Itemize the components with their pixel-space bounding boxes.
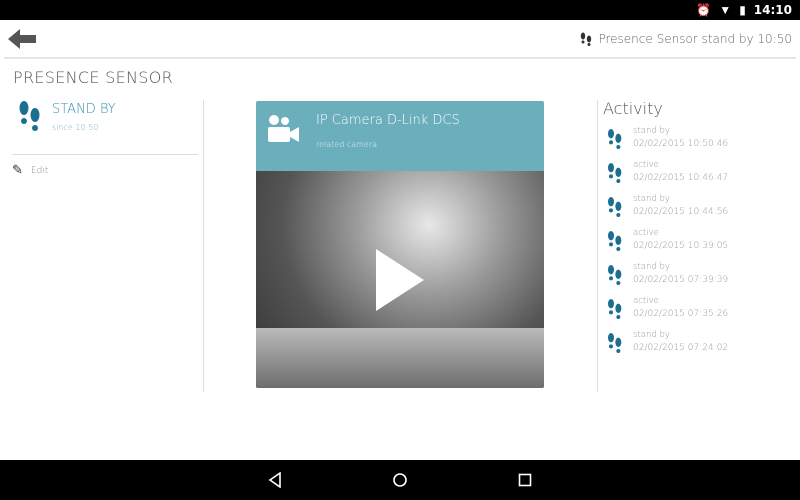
activity-time: 02/02/2015 07:24:02 <box>633 343 729 353</box>
camera-card[interactable]: IP Camera D-Link DCS related camera <box>256 101 544 388</box>
play-icon[interactable] <box>376 249 424 311</box>
activity-item: active 02/02/2015 07:35:26 <box>603 296 793 321</box>
activity-time: 02/02/2015 10:44:56 <box>633 207 729 217</box>
activity-state: active <box>633 160 659 170</box>
pencil-icon: ✎ <box>12 163 23 178</box>
camera-header[interactable]: IP Camera D-Link DCS related camera <box>256 101 544 171</box>
camera-subtitle: related camera <box>316 140 378 149</box>
back-nav-icon[interactable] <box>268 472 282 488</box>
activity-list: stand by 02/02/2015 10:50:46 active 02/02/2… <box>603 126 793 355</box>
activity-item: stand by 02/02/2015 07:24:02 <box>603 330 793 355</box>
wifi-icon: ▼ <box>719 3 732 17</box>
battery-icon: ▮ <box>739 3 746 17</box>
top-bar: Presence Sensor stand by 10:50 <box>0 20 800 58</box>
activity-state: stand by <box>633 194 670 204</box>
activity-item: stand by 02/02/2015 07:39:39 <box>603 262 793 287</box>
divider <box>597 100 598 392</box>
activity-time: 02/02/2015 10:39:05 <box>633 241 729 251</box>
camera-preview[interactable] <box>256 171 544 388</box>
footsteps-icon <box>19 101 40 131</box>
divider <box>4 57 796 59</box>
activity-state: stand by <box>633 262 670 272</box>
footsteps-icon <box>608 333 622 353</box>
activity-state: stand by <box>633 330 670 340</box>
status-bar: ⏰ ▼ ▮ 14:10 <box>0 0 800 20</box>
alarm-icon: ⏰ <box>696 3 712 17</box>
header-status: Presence Sensor stand by 10:50 <box>580 32 792 46</box>
activity-item: active 02/02/2015 10:39:05 <box>603 228 793 253</box>
activity-state: active <box>633 228 659 238</box>
activity-time: 02/02/2015 07:39:39 <box>633 275 729 285</box>
footsteps-icon <box>608 265 622 285</box>
divider <box>12 154 198 155</box>
divider <box>203 100 204 392</box>
activity-item: stand by 02/02/2015 10:50:46 <box>603 126 793 151</box>
footsteps-icon <box>581 32 592 46</box>
state-label: STAND BY <box>52 102 116 117</box>
activity-panel: Activity stand by 02/02/2015 10:50:46 acti… <box>603 99 793 355</box>
camera-title: IP Camera D-Link DCS <box>316 113 460 128</box>
activity-title: Activity <box>603 99 663 118</box>
activity-state: stand by <box>633 126 670 136</box>
footsteps-icon <box>608 231 622 251</box>
sensor-panel: STAND BY since 10:50 ✎ Edit <box>12 100 198 178</box>
sensor-state: STAND BY since 10:50 <box>12 100 198 132</box>
preview-image <box>256 328 544 388</box>
edit-button[interactable]: ✎ Edit <box>12 163 198 178</box>
activity-item: stand by 02/02/2015 10:44:56 <box>603 194 793 219</box>
footsteps-icon <box>608 197 622 217</box>
header-status-text: Presence Sensor stand by 10:50 <box>598 32 792 46</box>
recents-icon[interactable] <box>518 473 532 487</box>
footsteps-icon <box>608 129 622 149</box>
home-icon[interactable] <box>392 472 408 488</box>
activity-time: 02/02/2015 07:35:26 <box>633 309 729 319</box>
activity-time: 02/02/2015 10:46:47 <box>633 173 729 183</box>
clock: 14:10 <box>753 3 792 17</box>
activity-time: 02/02/2015 10:50:46 <box>633 139 729 149</box>
activity-item: active 02/02/2015 10:46:47 <box>603 160 793 185</box>
back-arrow-icon[interactable] <box>8 28 38 50</box>
video-camera-icon <box>268 115 299 142</box>
nav-bar <box>0 460 800 500</box>
edit-label: Edit <box>30 165 49 176</box>
state-since: since 10:50 <box>52 123 99 132</box>
footsteps-icon <box>608 299 622 319</box>
footsteps-icon <box>608 163 622 183</box>
activity-state: active <box>633 296 659 306</box>
page-title: PRESENCE SENSOR <box>13 68 174 87</box>
